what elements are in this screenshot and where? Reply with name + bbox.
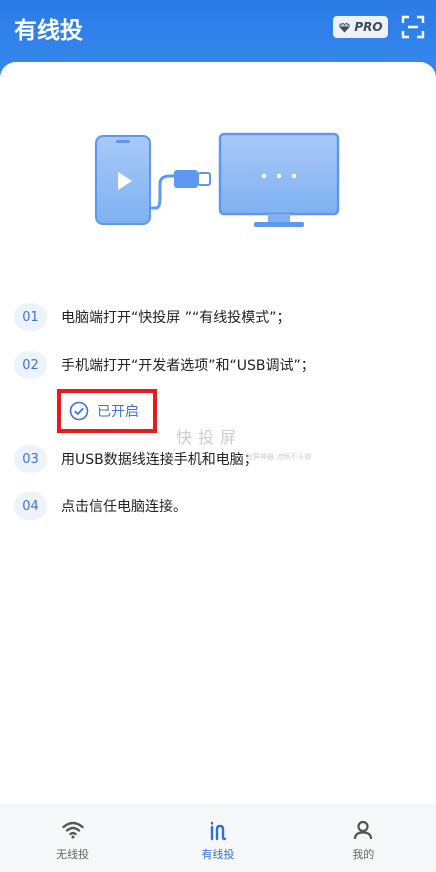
scan-icon[interactable]: [401, 15, 425, 39]
pro-label: PRO: [354, 20, 383, 34]
nav-label: 有线投: [201, 848, 235, 861]
step-text: 手机端打开“开发者选项”和“USB调试”；: [61, 358, 315, 374]
nav-label: 我的: [352, 848, 375, 861]
usb-debug-status[interactable]: 已开启: [69, 401, 139, 421]
wifi-icon: [61, 821, 84, 839]
nav-item-wired[interactable]: 有线投: [145, 806, 290, 872]
nav-label: 无线投: [56, 848, 90, 861]
step-number: 03: [14, 445, 47, 473]
phone-to-pc-illustration: [95, 132, 340, 227]
step-number: 01: [14, 303, 47, 331]
step-3: 03 用USB数据线连接手机和电脑；: [14, 445, 258, 473]
page-title: 有线投: [14, 18, 83, 44]
pro-badge[interactable]: PRO: [333, 16, 388, 38]
usb-icon: [210, 821, 227, 841]
step-1: 01 电脑端打开“快投屏 ”“有线投模式”；: [14, 303, 290, 331]
check-circle-icon: [69, 401, 89, 421]
diamond-icon: [338, 21, 351, 32]
step-number: 04: [14, 492, 47, 520]
step-number: 02: [14, 351, 47, 379]
nav-item-wireless[interactable]: 无线投: [0, 806, 145, 872]
watermark: 快投屏: [176, 428, 243, 447]
user-icon: [354, 820, 373, 840]
step-4: 04 点击信任电脑连接。: [14, 492, 187, 520]
status-label: 已开启: [97, 404, 139, 420]
step-text: 点击信任电脑连接。: [61, 499, 187, 515]
step-text: 用USB数据线连接手机和电脑；: [61, 452, 258, 468]
nav-item-mine[interactable]: 我的: [291, 806, 436, 872]
step-text: 电脑端打开“快投屏 ”“有线投模式”；: [61, 310, 291, 326]
bottom-nav: 无线投 有线投 我的: [0, 805, 436, 872]
step-2: 02 手机端打开“开发者选项”和“USB调试”；: [14, 351, 315, 379]
watermark-subtitle: 投屏神器,流畅不卡顿: [246, 453, 312, 461]
